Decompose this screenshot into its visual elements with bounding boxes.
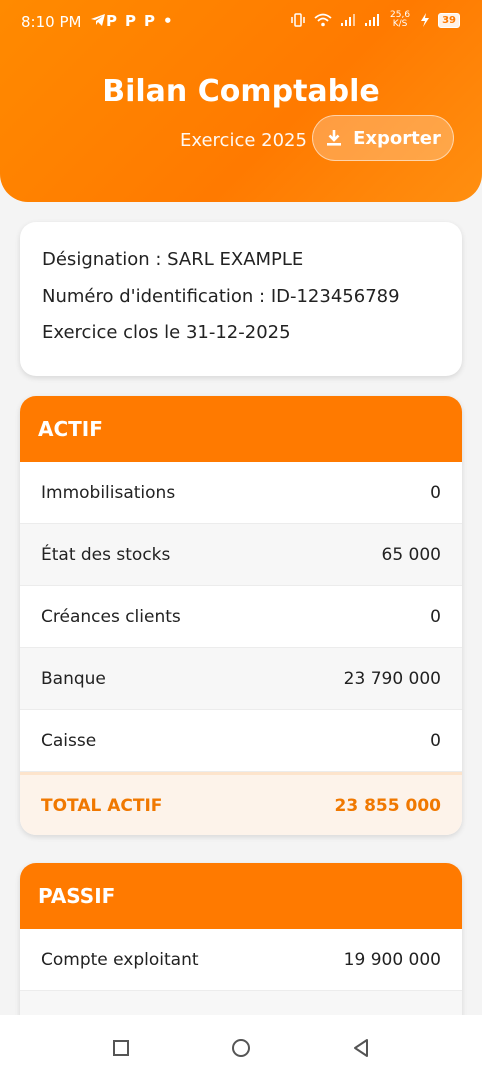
- home-button[interactable]: [230, 1037, 252, 1059]
- total-label: TOTAL ACTIF: [41, 795, 163, 816]
- row-label: Banque: [41, 668, 106, 689]
- row-value: 0: [430, 482, 441, 503]
- row-label: Compte exploitant: [41, 949, 199, 970]
- row-value: 19 900 000: [343, 949, 441, 970]
- notification-icons: PPP•: [90, 12, 181, 30]
- wifi-icon: [314, 13, 332, 27]
- actif-card: ACTIF Immobilisations 0 État des stocks …: [20, 396, 462, 835]
- row-label: État des stocks: [41, 544, 171, 565]
- vibrate-icon: [291, 13, 305, 27]
- row-label: Immobilisations: [41, 482, 176, 503]
- app-header: 8:10 PM PPP• 25,6 K/S 39 Bilan Comptable…: [0, 0, 482, 202]
- row-value: 0: [430, 606, 441, 627]
- recents-button[interactable]: [110, 1037, 132, 1059]
- p-icon: P: [144, 12, 163, 30]
- row-label: Caisse: [41, 730, 97, 751]
- export-label: Exporter: [353, 127, 441, 149]
- signal-icon: [365, 14, 380, 26]
- row-value: 0: [430, 730, 441, 751]
- company-info-card: Désignation : SARL EXAMPLE Numéro d'iden…: [20, 222, 462, 376]
- page-title: Bilan Comptable: [102, 74, 380, 109]
- passif-header: PASSIF: [20, 863, 462, 929]
- p-icon: P: [106, 12, 125, 30]
- exercice-label: Exercice 2025: [180, 130, 307, 151]
- table-row: Immobilisations 0: [20, 462, 462, 524]
- status-time: 8:10 PM: [21, 13, 82, 31]
- passif-card: PASSIF Compte exploitant 19 900 000: [20, 863, 462, 1033]
- row-value: 23 790 000: [343, 668, 441, 689]
- table-row: Banque 23 790 000: [20, 648, 462, 710]
- status-bar: 8:10 PM PPP• 25,6 K/S 39: [0, 0, 482, 46]
- telegram-icon: [91, 14, 105, 26]
- dot-icon: •: [163, 12, 181, 30]
- status-right: 25,6 K/S 39: [290, 11, 460, 29]
- identification-text: Numéro d'identification : ID-123456789: [42, 286, 400, 307]
- export-button[interactable]: Exporter: [312, 115, 454, 161]
- battery-icon: 39: [438, 12, 460, 28]
- download-icon: [327, 130, 342, 146]
- table-row: Créances clients 0: [20, 586, 462, 648]
- signal-icon: [341, 14, 356, 26]
- back-button[interactable]: [350, 1037, 372, 1059]
- table-row: Compte exploitant 19 900 000: [20, 929, 462, 991]
- net-speed: 25,6 K/S: [390, 10, 411, 29]
- table-row: Caisse 0: [20, 710, 462, 772]
- system-nav-bar: [0, 1015, 482, 1080]
- table-row: État des stocks 65 000: [20, 524, 462, 586]
- row-label: Créances clients: [41, 606, 181, 627]
- total-actif-row: TOTAL ACTIF 23 855 000: [20, 772, 462, 835]
- p-icon: P: [125, 12, 144, 30]
- actif-header: ACTIF: [20, 396, 462, 462]
- row-value: 65 000: [381, 544, 441, 565]
- charging-icon: [421, 13, 430, 27]
- designation-text: Désignation : SARL EXAMPLE: [42, 249, 304, 270]
- exercice-clos-text: Exercice clos le 31-12-2025: [42, 322, 291, 343]
- total-value: 23 855 000: [334, 795, 441, 816]
